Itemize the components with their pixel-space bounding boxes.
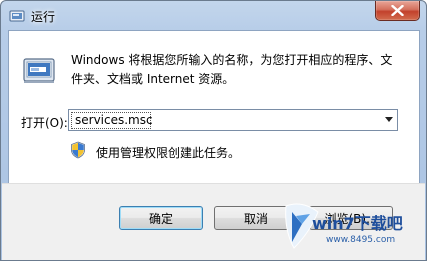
focus-rectangle <box>71 112 151 129</box>
dialog-description: Windows 将根据您所输入的名称，为您打开相应的程序、文件夹、文档或 Int… <box>71 53 393 86</box>
watermark-name: win7下载吧 <box>312 214 403 233</box>
run-dialog-icon <box>23 58 55 83</box>
uac-shield-icon <box>71 141 85 159</box>
open-label: 打开(O): <box>21 116 68 130</box>
open-combobox[interactable] <box>68 109 398 131</box>
ok-button[interactable]: 确定 <box>119 206 203 230</box>
watermark-url: www.8495.com <box>326 235 396 245</box>
chevron-down-icon[interactable] <box>385 117 393 122</box>
close-button[interactable] <box>375 1 420 21</box>
run-icon <box>9 10 25 22</box>
close-icon <box>391 5 404 16</box>
dialog-content: Windows 将根据您所输入的名称，为您打开相应的程序、文件夹、文档或 Int… <box>8 30 420 184</box>
window-title: 运行 <box>31 10 56 24</box>
watermark: win7下载吧 www.8495.com <box>282 198 422 258</box>
admin-note: 使用管理权限创建此任务。 <box>96 146 241 160</box>
title-bar[interactable]: 运行 <box>1 1 426 30</box>
